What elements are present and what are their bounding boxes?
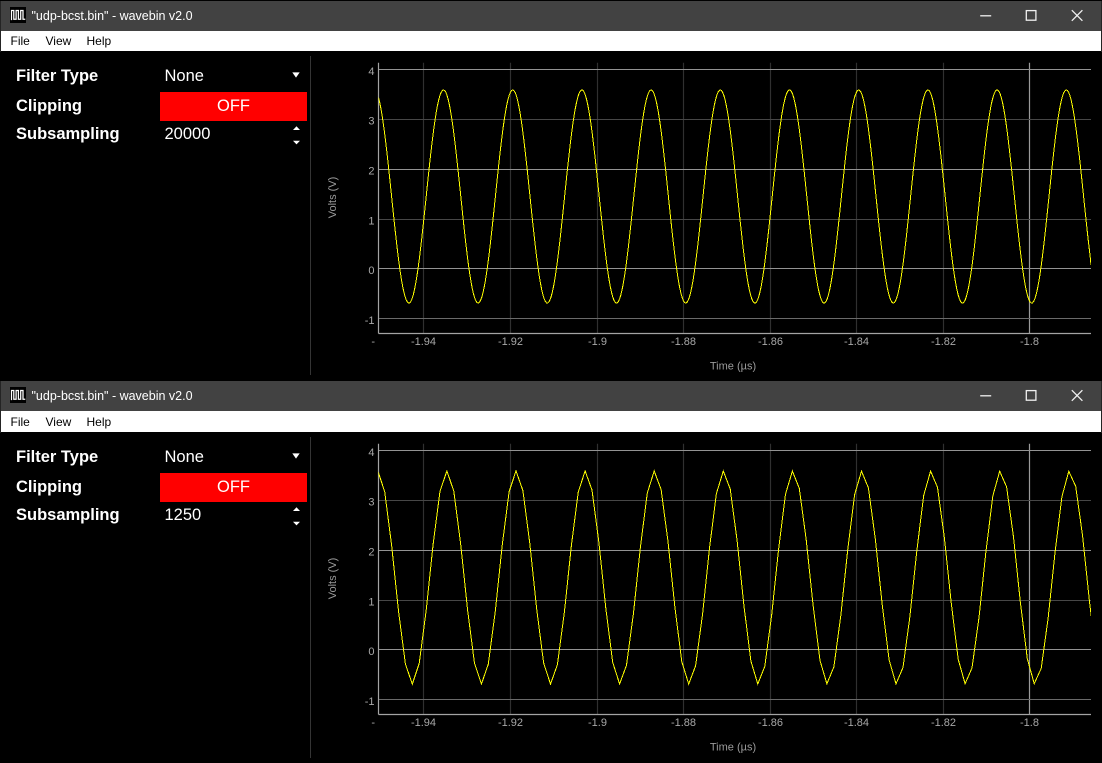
svg-text:-1: -1 bbox=[365, 315, 375, 327]
svg-text:1: 1 bbox=[368, 215, 374, 227]
svg-text:-1.94: -1.94 bbox=[411, 717, 436, 729]
svg-text:-1.8: -1.8 bbox=[1020, 336, 1039, 348]
svg-text:-1.92: -1.92 bbox=[498, 717, 523, 729]
svg-text:-: - bbox=[371, 336, 375, 348]
svg-text:Time (µs): Time (µs) bbox=[710, 742, 756, 754]
svg-text:2: 2 bbox=[368, 547, 374, 559]
svg-text:-1.9: -1.9 bbox=[588, 336, 607, 348]
svg-text:-1.9: -1.9 bbox=[588, 717, 607, 729]
svg-text:Volts (V): Volts (V) bbox=[327, 558, 339, 600]
svg-text:-1.84: -1.84 bbox=[844, 336, 869, 348]
svg-text:-1.94: -1.94 bbox=[411, 336, 436, 348]
svg-text:-1.82: -1.82 bbox=[931, 336, 956, 348]
svg-text:3: 3 bbox=[368, 116, 374, 128]
svg-text:-1.86: -1.86 bbox=[758, 336, 783, 348]
svg-text:-1.86: -1.86 bbox=[758, 717, 783, 729]
svg-text:-1.88: -1.88 bbox=[671, 717, 696, 729]
svg-text:2: 2 bbox=[368, 166, 374, 178]
svg-text:-1.88: -1.88 bbox=[671, 336, 696, 348]
svg-text:-1: -1 bbox=[365, 696, 375, 708]
svg-text:-1.92: -1.92 bbox=[498, 336, 523, 348]
svg-text:-: - bbox=[371, 717, 375, 729]
svg-text:-1.84: -1.84 bbox=[844, 717, 869, 729]
svg-text:4: 4 bbox=[368, 447, 374, 459]
svg-text:-1.8: -1.8 bbox=[1020, 717, 1039, 729]
svg-text:3: 3 bbox=[368, 497, 374, 509]
svg-text:Volts (V): Volts (V) bbox=[327, 177, 339, 219]
svg-text:-1.82: -1.82 bbox=[931, 717, 956, 729]
svg-text:0: 0 bbox=[368, 265, 374, 277]
svg-text:Time (µs): Time (µs) bbox=[710, 361, 756, 373]
svg-text:0: 0 bbox=[368, 646, 374, 658]
svg-text:4: 4 bbox=[368, 66, 374, 78]
svg-text:1: 1 bbox=[368, 596, 374, 608]
